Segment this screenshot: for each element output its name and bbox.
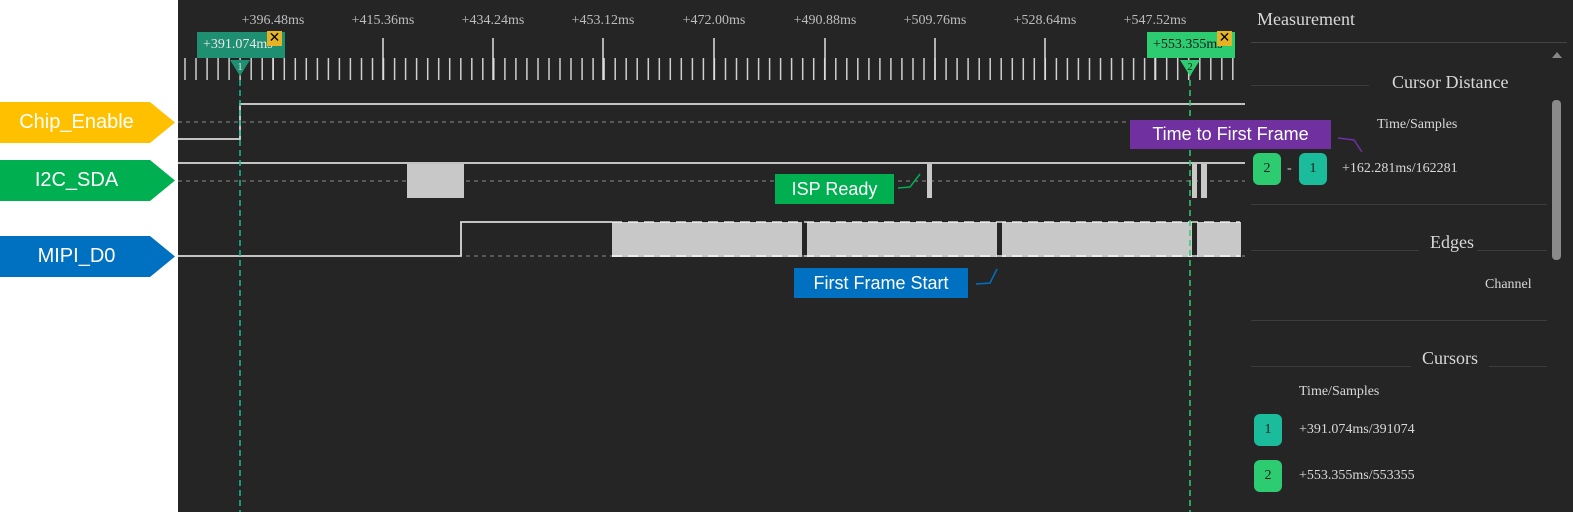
cursor-2-close-icon[interactable]: ✕ [1217, 31, 1232, 46]
cursor-badge-1[interactable]: 1 [1299, 153, 1327, 185]
cursor-row-badge-2[interactable]: 2 [1254, 460, 1282, 492]
tick-label: +547.52ms [1124, 13, 1187, 28]
tick-label: +396.48ms [242, 13, 305, 28]
edges-header: Channel [1485, 277, 1532, 292]
waveform-view[interactable]: +396.48ms +415.36ms +434.24ms +453.12ms … [178, 0, 1245, 512]
cursor-distance-value: +162.281ms/162281 [1342, 161, 1458, 176]
channel-name: I2C_SDA [34, 169, 119, 191]
tick-label: +509.76ms [904, 13, 967, 28]
channel-label-i2c-sda[interactable]: I2C_SDA [0, 160, 175, 201]
divider [1251, 42, 1567, 43]
divider [1251, 85, 1369, 86]
divider [1251, 204, 1547, 205]
annotation-text: Time to First Frame [1152, 124, 1309, 144]
ruler-tick-labels: +396.48ms +415.36ms +434.24ms +453.12ms … [242, 13, 1187, 28]
divider [1251, 320, 1547, 321]
tick-label: +490.88ms [794, 13, 857, 28]
channel-name: Chip_Enable [19, 111, 134, 133]
cursor-badge-2[interactable]: 2 [1253, 153, 1281, 185]
annotation-time-to-first-frame: Time to First Frame [1130, 120, 1331, 149]
cursors-title: Cursors [1422, 348, 1479, 368]
channel-label-mipi-d0[interactable]: MIPI_D0 [0, 236, 175, 277]
divider [1477, 250, 1547, 251]
annotation-first-frame-start: First Frame Start [794, 268, 968, 298]
panel-scrollbar[interactable] [1549, 52, 1565, 512]
badge-label: 1 [1264, 422, 1272, 437]
annotation-text: First Frame Start [813, 272, 949, 293]
cursor-distance-title: Cursor Distance [1392, 72, 1509, 92]
tick-label: +472.00ms [683, 13, 746, 28]
distance-separator: - [1287, 161, 1292, 176]
channel-label-chip-enable[interactable]: Chip_Enable [0, 102, 175, 143]
tick-label: +415.36ms [352, 13, 415, 28]
edges-title: Edges [1430, 232, 1474, 252]
tick-label: +453.12ms [572, 13, 635, 28]
badge-label: 2 [1264, 468, 1272, 483]
annotation-isp-ready: ISP Ready [775, 174, 894, 204]
cursors-header: Time/Samples [1299, 384, 1380, 399]
channel-labels: Chip_Enable I2C_SDA MIPI_D0 [0, 0, 178, 512]
tick-label: +528.64ms [1014, 13, 1077, 28]
cursor-2-time: +553.355ms [1153, 37, 1223, 52]
panel-title: Measurement [1257, 9, 1355, 29]
badge-label: 1 [1309, 161, 1317, 176]
divider [1489, 366, 1547, 367]
waveform-canvas: +396.48ms +415.36ms +434.24ms +453.12ms … [178, 13, 1245, 512]
cursor-1-marker-label: 1 [237, 61, 243, 73]
cursor-1-close-icon[interactable]: ✕ [267, 31, 282, 46]
time-to-first-frame-connector [1337, 137, 1363, 153]
cursor-row-value: +553.355ms/553355 [1299, 468, 1415, 483]
ruler-minor-ticks [184, 58, 1234, 80]
tick-label: +434.24ms [462, 13, 525, 28]
cursor-distance-header: Time/Samples [1377, 117, 1458, 132]
scroll-up-icon[interactable] [1552, 52, 1562, 58]
cursor-2-marker-label: 2 [1187, 61, 1193, 73]
measurement-panel: Measurement Cursor Distance Time/Samples… [1245, 0, 1573, 512]
divider [1251, 366, 1411, 367]
scrollbar-thumb[interactable] [1552, 100, 1561, 260]
channel-name: MIPI_D0 [37, 245, 116, 267]
cursor-row-value: +391.074ms/391074 [1299, 422, 1415, 437]
badge-label: 2 [1263, 161, 1271, 176]
first-frame-connector [975, 268, 998, 285]
annotation-text: ISP Ready [791, 178, 878, 199]
waveform-mipi-d0 [178, 221, 1241, 257]
divider [1251, 250, 1419, 251]
cursor-1-time: +391.074ms [203, 37, 273, 52]
cursor-row-badge-1[interactable]: 1 [1254, 414, 1282, 446]
